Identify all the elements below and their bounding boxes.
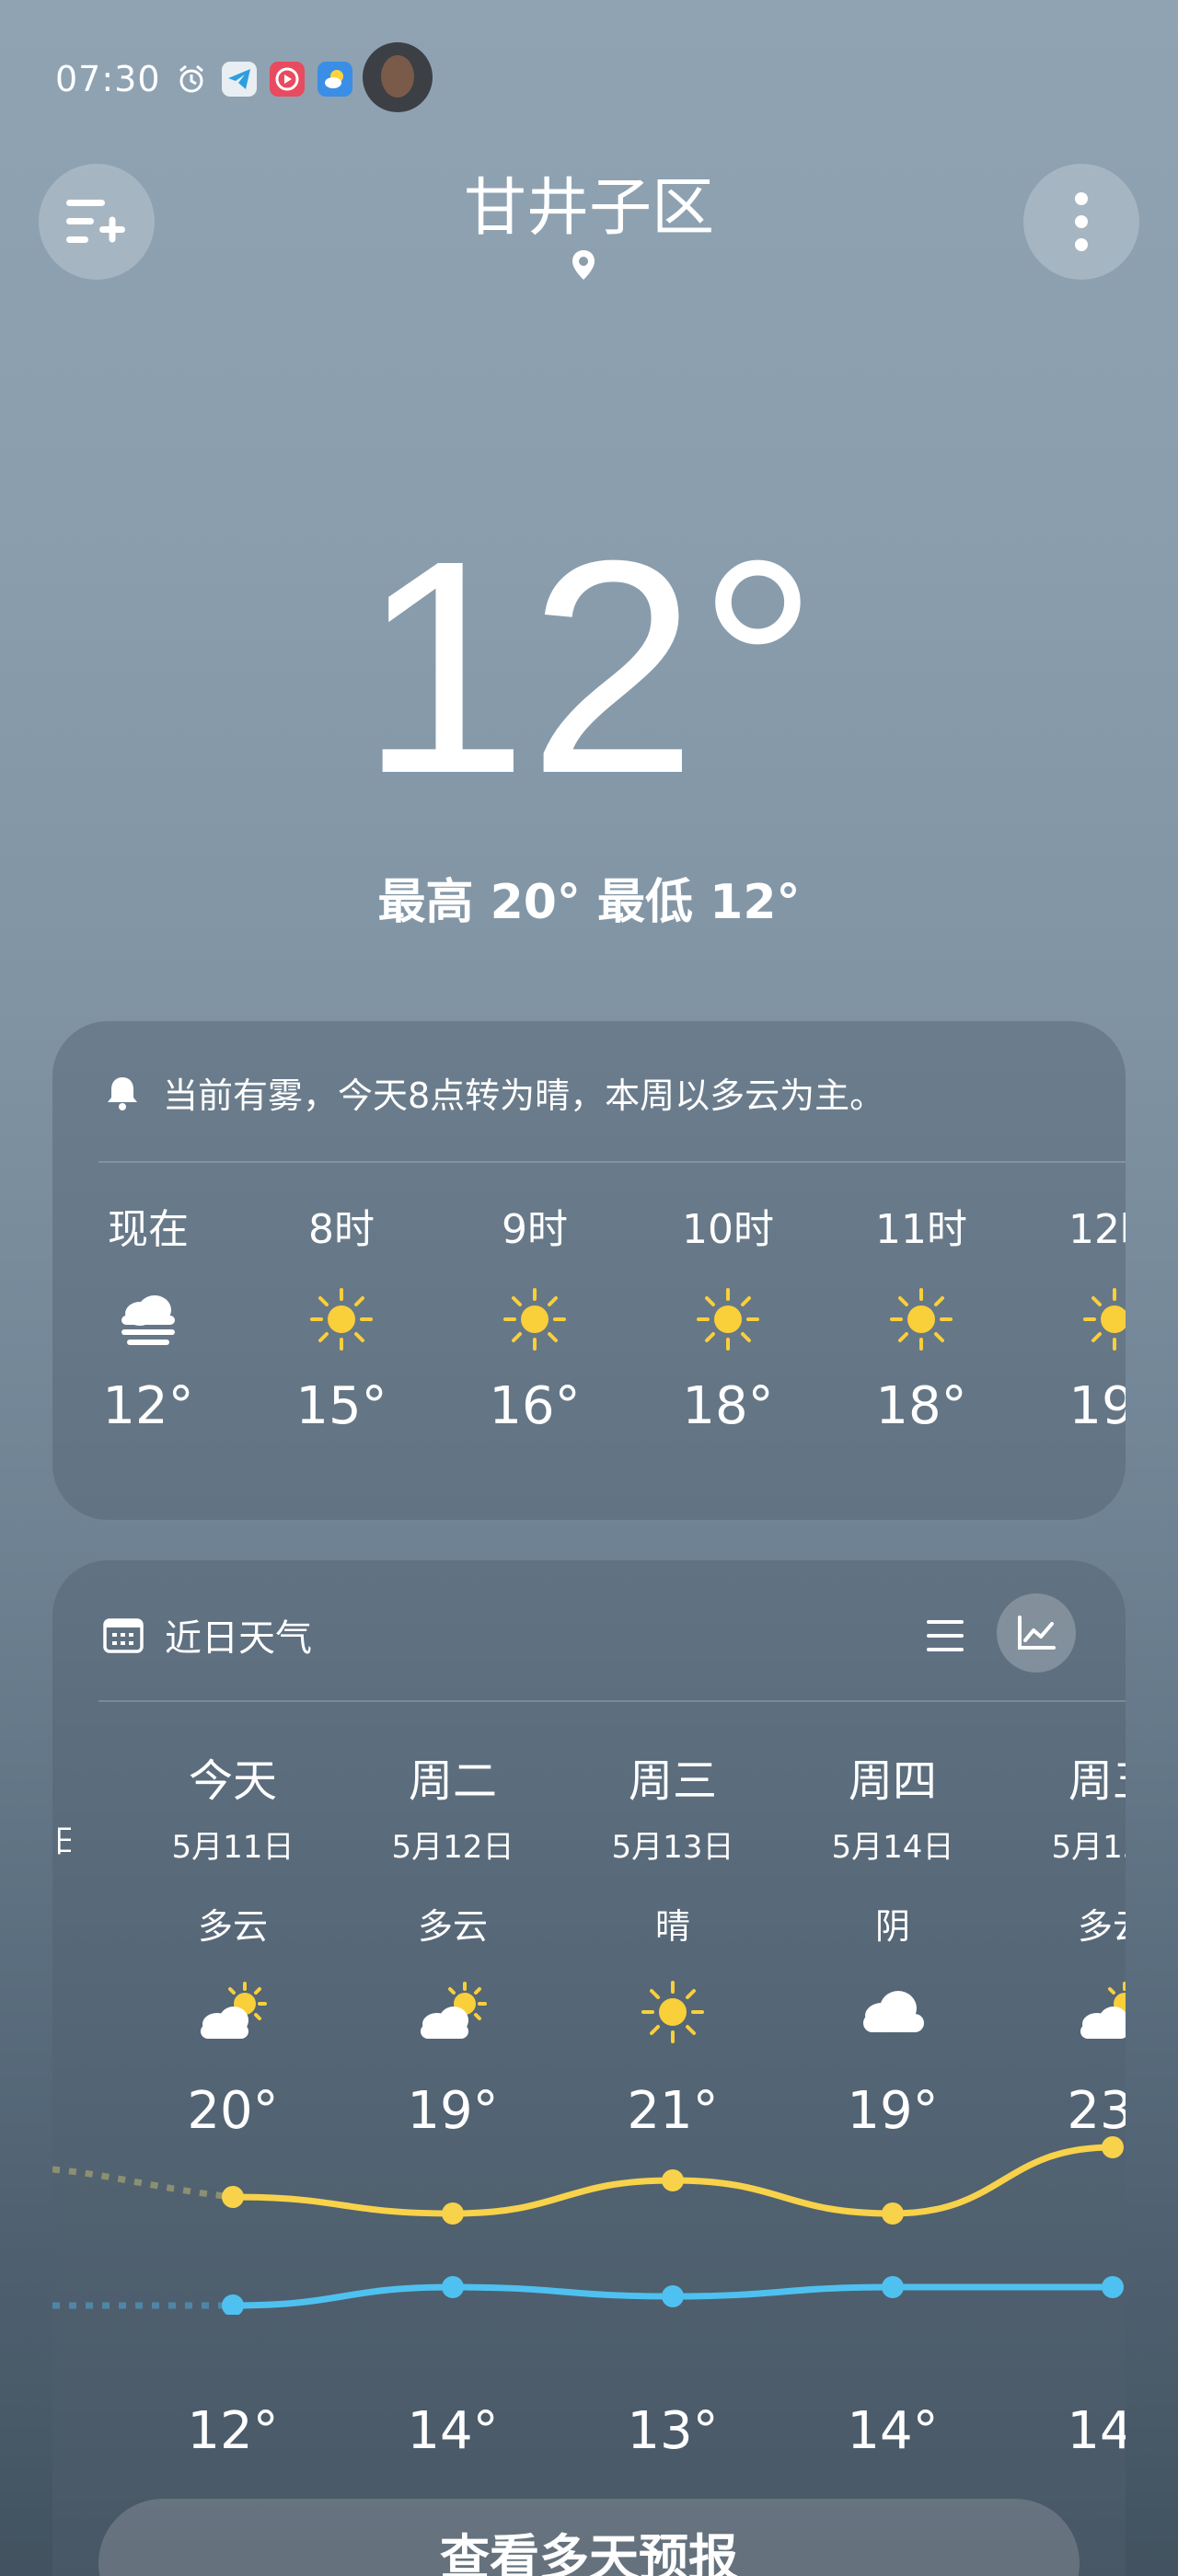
day-column[interactable]: 今天 5月11日 多云 20° <box>132 1744 334 2141</box>
sun-icon <box>268 1282 415 1356</box>
hour-item: 8时 15° <box>268 1196 415 1436</box>
hour-item: 11时 18° <box>848 1196 995 1436</box>
telegram-icon <box>221 62 257 97</box>
sun-icon <box>461 1282 608 1356</box>
low-temp-point <box>442 2276 464 2298</box>
previous-day-fragment: 日 <box>52 1823 71 1860</box>
day-column[interactable]: 周五 5月15日 多云 23° <box>1011 1744 1126 2141</box>
alert-text: 当前有雾，今天8点转为晴，本周以多云为主。 <box>163 1075 885 1116</box>
day-date: 5月12日 <box>391 1829 514 1866</box>
day-column[interactable]: 周三 5月13日 晴 21° <box>572 1744 774 2141</box>
sun-icon <box>572 1971 774 2053</box>
avatar[interactable] <box>363 42 433 112</box>
hour-item: 现在 12° <box>75 1196 222 1436</box>
day-low-temp: 14° <box>1067 2401 1126 2461</box>
day-condition: 多云 <box>1077 1906 1126 1947</box>
high-temp-point <box>222 2186 244 2208</box>
day-low-temp: 14° <box>407 2401 499 2461</box>
divider <box>98 1700 1126 1702</box>
sun-icon <box>848 1282 995 1356</box>
high-temp-point <box>662 2169 684 2191</box>
day-low-temp: 13° <box>627 2401 719 2461</box>
partly-cloudy-icon <box>1011 1971 1126 2053</box>
status-time: 07:30 <box>55 59 161 99</box>
sun-icon <box>654 1282 802 1356</box>
day-condition: 晴 <box>654 1906 690 1947</box>
partly-cloudy-icon <box>132 1971 334 2053</box>
day-column[interactable]: 周四 5月14日 阴 19° <box>791 1744 994 2141</box>
hour-temp: 12° <box>102 1376 194 1436</box>
video-app-icon <box>269 62 305 97</box>
weather-app-icon <box>317 62 352 97</box>
alarm-icon <box>174 62 209 97</box>
hour-temp: 18° <box>682 1376 774 1436</box>
low-temp-point <box>882 2276 904 2298</box>
current-temperature: 12° <box>359 497 819 836</box>
day-name: 周二 <box>408 1755 497 1807</box>
recent-weather-card: 近日天气 日 今天 5月11日 多云 20° 周二 5月12日 多云 19° 周… <box>52 1560 1126 2576</box>
divider <box>98 1161 1126 1163</box>
partly-cloudy-icon <box>352 1971 554 2053</box>
city-name[interactable]: 甘井子区 <box>0 156 1178 247</box>
recent-weather-header: 近日天气 <box>102 1608 312 1662</box>
status-bar: 07:30 <box>55 57 352 101</box>
hour-temp: 16° <box>489 1376 581 1436</box>
hour-label: 9时 <box>502 1206 568 1253</box>
hour-label: 12时 <box>1068 1206 1126 1253</box>
day-condition: 多云 <box>197 1906 268 1947</box>
hour-label: 11时 <box>875 1206 967 1253</box>
hour-label: 10时 <box>682 1206 774 1253</box>
calendar-icon <box>103 1618 144 1653</box>
hour-temp: 18° <box>875 1376 967 1436</box>
day-date: 5月11日 <box>171 1829 294 1866</box>
hour-item: 10时 18° <box>654 1196 802 1436</box>
line-chart-icon <box>1018 1616 1056 1650</box>
hour-temp: 19° <box>1068 1376 1126 1436</box>
bell-icon <box>108 1076 137 1110</box>
high-low-temperature: 最高 20° 最低 12° <box>377 875 801 930</box>
day-condition: 多云 <box>417 1906 488 1947</box>
more-forecast-button[interactable]: 查看多天预报 <box>98 2499 1080 2576</box>
high-lead-line <box>52 2166 234 2201</box>
day-column[interactable]: 周二 5月12日 多云 19° <box>352 1744 554 2141</box>
day-name: 周三 <box>628 1755 717 1807</box>
day-date: 5月14日 <box>831 1829 954 1866</box>
day-name: 今天 <box>188 1755 277 1807</box>
day-name: 周五 <box>1068 1755 1126 1807</box>
fog-icon <box>75 1282 222 1356</box>
list-icon <box>927 1620 964 1651</box>
day-low-temp: 12° <box>187 2401 279 2461</box>
high-temp-point <box>1102 2136 1124 2158</box>
sun-icon <box>1041 1282 1126 1356</box>
hour-label: 现在 <box>108 1206 189 1253</box>
day-date: 5月15日 <box>1051 1829 1126 1866</box>
hour-temp: 15° <box>295 1376 387 1436</box>
hour-label: 8时 <box>308 1206 375 1253</box>
temperature-curves <box>52 2136 1124 2315</box>
hour-item: 12时 19° <box>1041 1196 1126 1436</box>
weather-alert[interactable]: 当前有雾，今天8点转为晴，本周以多云为主。 <box>102 1067 884 1118</box>
low-temp-point <box>662 2285 684 2307</box>
location-pin-icon <box>571 248 596 285</box>
hourly-forecast-card: 当前有雾，今天8点转为晴，本周以多云为主。 现在 12° 8时 15° 9时 1… <box>52 1021 1126 1520</box>
high-temp-point <box>442 2202 464 2225</box>
list-view-button[interactable] <box>918 1608 973 1663</box>
chart-view-button[interactable] <box>997 1593 1076 1673</box>
day-condition: 阴 <box>874 1906 910 1947</box>
cloud-icon <box>791 1971 994 2053</box>
day-low-temp: 14° <box>847 2401 939 2461</box>
low-temp-point <box>1102 2276 1124 2298</box>
day-date: 5月13日 <box>611 1829 734 1866</box>
recent-weather-title: 近日天气 <box>165 1617 312 1660</box>
day-name: 周四 <box>848 1755 937 1807</box>
hour-item: 9时 16° <box>461 1196 608 1436</box>
high-temp-point <box>882 2202 904 2225</box>
low-temp-point <box>222 2294 244 2315</box>
